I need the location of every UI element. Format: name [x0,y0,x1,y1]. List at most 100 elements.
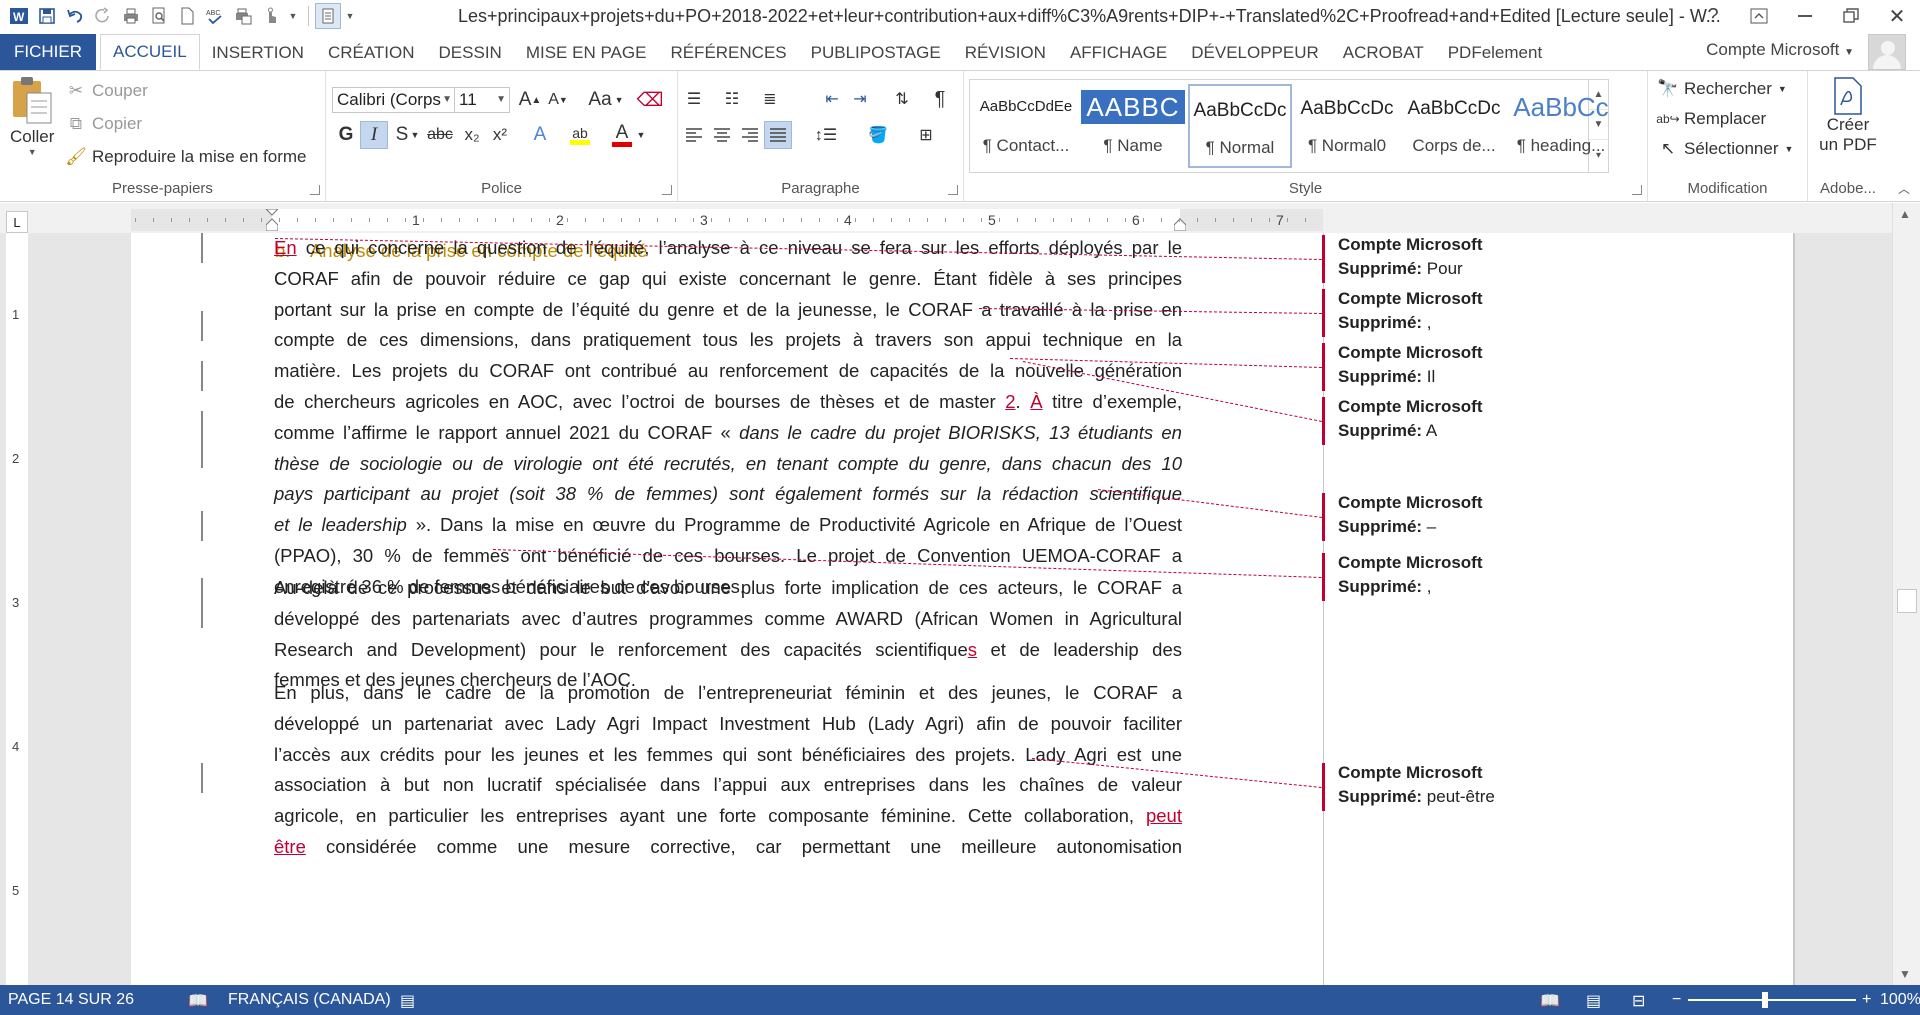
qat-more-icon[interactable]: ▼ [286,3,300,29]
borders-icon[interactable]: ⊞ [906,121,946,149]
align-right-icon[interactable] [736,121,764,149]
tab-7[interactable]: PUBLIPOSTAGE [799,36,953,70]
redo-icon[interactable] [90,3,116,29]
shrink-font-button[interactable]: A ▼ [544,86,572,114]
create-pdf-button[interactable]: Créer un PDF [1818,77,1878,155]
strikethrough-button[interactable]: abc [424,121,456,149]
indent-marker[interactable] [264,208,280,232]
style-item-3[interactable]: AaBbCcDc ¶ Normal0 [1295,84,1399,168]
paragraph[interactable]: En plus, dans le cadre de la promotion d… [274,678,1182,863]
web-layout-icon[interactable]: ⊟ [1632,991,1645,1011]
close-icon[interactable]: ✕ [1874,0,1920,32]
tab-8[interactable]: RÉVISION [953,36,1058,70]
font-color-button[interactable]: A [608,121,636,149]
style-item-4[interactable]: AaBbCcDc Corps de... [1402,84,1506,168]
style-item-1[interactable]: AABBC ¶ Name [1081,84,1185,168]
tab-2[interactable]: INSERTION [200,36,316,70]
copy-button[interactable]: ⧉ Copier [66,114,142,134]
account-name[interactable]: Compte Microsoft ▼ [1706,40,1854,60]
undo-icon[interactable] [62,3,88,29]
spelling-icon[interactable]: ABC [202,3,228,29]
justify-icon[interactable] [764,121,792,149]
font-size-select[interactable]: 11 ▼ [454,87,510,113]
paragraph-launcher-icon[interactable] [948,185,958,195]
numbering-icon[interactable]: ☷ [718,85,746,113]
tab-4[interactable]: DESSIN [427,36,514,70]
ribbon-display-icon[interactable] [1736,0,1782,32]
clear-formatting-icon[interactable]: ⌫ [636,86,664,114]
style-item-2[interactable]: AaBbCcDc ¶ Normal [1188,84,1292,168]
tab-6[interactable]: RÉFÉRENCES [658,36,798,70]
tab-1[interactable]: ACCUEIL [100,34,200,70]
paragraph[interactable]: En ce qui concerne la question de l’équi… [274,233,1182,603]
zoom-out-button[interactable]: − [1672,991,1681,1009]
change-case-button[interactable]: Aa ▼ [584,86,628,114]
clipboard-launcher-icon[interactable] [310,185,320,195]
tab-9[interactable]: AFFICHAGE [1058,36,1179,70]
line-spacing-icon[interactable]: ↕☰ [806,121,846,149]
new-document-icon[interactable] [174,3,200,29]
shading-icon[interactable]: 🪣 [860,121,896,149]
tab-5[interactable]: MISE EN PAGE [514,36,659,70]
avatar[interactable] [1868,34,1906,70]
multilevel-list-icon[interactable]: ≣ [756,85,784,113]
horizontal-ruler[interactable]: 1 2 3 4 5 6 7 [131,208,1323,232]
scroll-down-icon[interactable]: ▼ [1899,967,1911,981]
vertical-scrollbar[interactable]: ▲ ▼ [1892,203,1920,985]
text-effects-button[interactable]: A [526,121,554,149]
decrease-indent-icon[interactable]: ⇤ [818,85,846,113]
minimize-icon[interactable] [1782,0,1828,32]
highlight-button[interactable]: ab [566,121,594,149]
underline-dropdown-icon[interactable]: ▼ [408,121,422,149]
macro-icon[interactable]: ▤ [400,991,415,1011]
restore-icon[interactable] [1828,0,1874,32]
word-logo-icon[interactable]: W [6,3,32,29]
format-painter-button[interactable]: 🖌 Reproduire la mise en forme [65,147,306,167]
print-preview-icon[interactable] [146,3,172,29]
align-center-icon[interactable] [708,121,736,149]
language-indicator[interactable]: FRANÇAIS (CANADA) [228,991,391,1009]
help-button[interactable]: ? [1690,0,1736,32]
tab-3[interactable]: CRÉATION [316,36,427,70]
print-layout-icon[interactable]: ▤ [1586,991,1601,1011]
tab-12[interactable]: PDFelement [1436,36,1554,70]
zoom-level[interactable]: 100% [1880,991,1920,1009]
tab-selector[interactable]: L [6,211,28,233]
subscript-button[interactable]: x₂ [458,121,486,149]
superscript-button[interactable]: x² [486,121,514,149]
bold-button[interactable]: G [332,121,360,149]
font-color-dropdown-icon[interactable]: ▼ [634,121,648,149]
print-icon[interactable] [118,3,144,29]
style-item-0[interactable]: AaBbCcDdEe ¶ Contact... [974,84,1078,168]
word-count-icon[interactable]: 📖 [188,991,208,1011]
scroll-thumb[interactable] [1897,589,1917,613]
show-marks-icon[interactable]: ¶ [926,85,954,113]
cut-button[interactable]: ✂ Couper [66,81,148,101]
zoom-slider[interactable] [1688,999,1856,1001]
increase-indent-icon[interactable]: ⇥ [846,85,874,113]
select-button[interactable]: ↖ Sélectionner ▼ [1658,139,1794,159]
align-left-icon[interactable] [680,121,708,149]
italic-button[interactable]: I [360,121,388,149]
tab-0[interactable]: FICHIER [0,34,96,70]
zoom-slider-thumb[interactable] [1762,992,1768,1008]
quick-print-icon[interactable] [230,3,256,29]
layout-dropdown-icon[interactable]: ▼ [343,3,357,29]
touch-mode-icon[interactable] [258,3,284,29]
collapse-ribbon-icon[interactable]: ︿ [1898,180,1910,197]
page-indicator[interactable]: PAGE 14 SUR 26 [8,991,134,1009]
save-icon[interactable] [34,3,60,29]
read-mode-icon[interactable]: 📖 [1540,991,1560,1011]
grow-font-button[interactable]: A ▲ [516,86,544,114]
font-name-select[interactable]: Calibri (Corps ▼ [332,87,456,113]
font-launcher-icon[interactable] [662,185,672,195]
tab-11[interactable]: ACROBAT [1331,36,1436,70]
paste-button[interactable]: Coller ▼ [10,75,54,157]
sort-icon[interactable]: ⇅ [888,85,916,113]
zoom-in-button[interactable]: + [1862,991,1871,1009]
replace-button[interactable]: ab↪ Remplacer [1656,109,1766,129]
bullets-icon[interactable]: ☰ [680,85,708,113]
styles-launcher-icon[interactable] [1632,185,1642,195]
tab-10[interactable]: DÉVELOPPEUR [1179,36,1331,70]
scroll-up-icon[interactable]: ▲ [1899,207,1911,221]
